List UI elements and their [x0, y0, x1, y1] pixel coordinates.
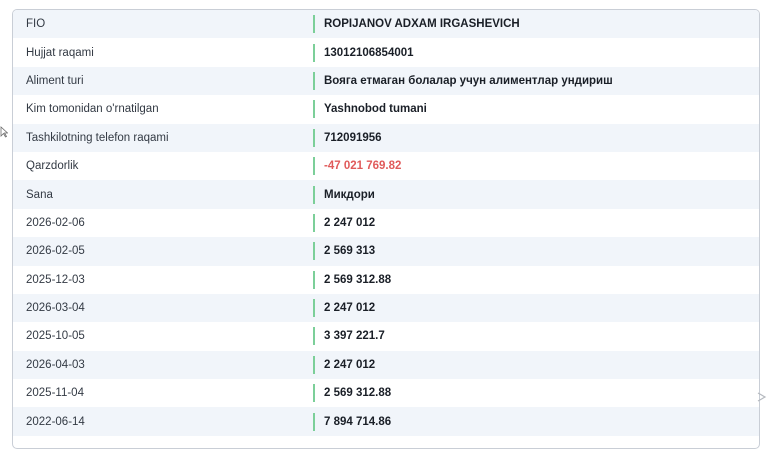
row-label: 2026-02-06 — [26, 216, 85, 229]
row-value: 712091956 — [324, 131, 382, 144]
row-label: 2026-03-04 — [26, 302, 85, 315]
table-row: 2026-04-03 2 247 012 — [13, 350, 759, 380]
row-label: FIO — [26, 18, 46, 31]
row-value: 3 397 221.7 — [324, 330, 385, 343]
row-value: Микдори — [324, 188, 375, 201]
table-row: 2026-02-06 2 247 012 — [13, 208, 759, 238]
table-row: 2025-12-03 2 569 312.88 — [13, 265, 759, 294]
row-value: Yashnobod tumani — [324, 103, 427, 116]
row-label: Kim tomonidan o'rnatilgan — [26, 103, 159, 116]
row-label: 2026-02-05 — [26, 245, 85, 258]
row-value: -47 021 769.82 — [324, 160, 402, 173]
row-label: Qarzdorlik — [26, 160, 79, 173]
table-row: 2026-02-05 2 569 313 — [13, 237, 759, 266]
row-label: Tashkilotning telefon raqami — [26, 131, 169, 144]
table-row: Tashkilotning telefon raqami 712091956 — [13, 123, 759, 152]
table-row: Hujjat raqami 13012106854001 — [13, 38, 759, 67]
row-value: Вояга етмаган болалар учун алиментлар ун… — [324, 74, 613, 87]
row-label: 2022-06-14 — [26, 415, 85, 428]
row-label: 2025-12-03 — [26, 273, 85, 286]
row-value: 2 247 012 — [324, 216, 376, 229]
row-value: 2 569 312.88 — [324, 387, 392, 400]
row-label: Sana — [26, 188, 53, 201]
table-row: Aliment turi Вояга етмаган болалар учун а… — [13, 66, 759, 96]
table-row: 2022-06-14 7 894 714.86 — [13, 407, 759, 436]
mouse-cursor-icon — [0, 126, 8, 138]
table-row: 2025-10-05 3 397 221.7 — [13, 322, 759, 351]
row-label: 2025-10-05 — [26, 330, 85, 343]
table-row: Qarzdorlik -47 021 769.82 — [13, 151, 759, 181]
row-label: Hujjat raqami — [26, 46, 94, 59]
row-value: 2 569 313 — [324, 245, 376, 258]
row-value: ROPIJANOV ADXAM IRGASHEVICH — [324, 18, 520, 31]
row-label: 2025-11-04 — [26, 387, 84, 400]
row-value: 13012106854001 — [324, 46, 414, 59]
row-label: Aliment turi — [26, 74, 84, 87]
row-value: 7 894 714.86 — [324, 415, 392, 428]
row-value: 2 569 312.88 — [324, 273, 392, 286]
table-row: 2025-11-04 2 569 312.88 — [13, 379, 759, 408]
table-row: FIO ROPIJANOV ADXAM IRGASHEVICH — [13, 10, 759, 39]
debt-details-table: FIO ROPIJANOV ADXAM IRGASHEVICH Hujjat raq… — [12, 9, 760, 449]
row-value: 2 247 012 — [324, 358, 376, 371]
table-row: Kim tomonidan o'rnatilgan Yashnobod tuman… — [13, 95, 759, 124]
row-value: 2 247 012 — [324, 302, 376, 315]
row-label: 2026-04-03 — [26, 358, 85, 371]
scroll-arrow-icon[interactable] — [756, 389, 768, 405]
table-row: Sana Микдори — [13, 180, 759, 209]
table-row: 2026-03-04 2 247 012 — [13, 293, 759, 323]
